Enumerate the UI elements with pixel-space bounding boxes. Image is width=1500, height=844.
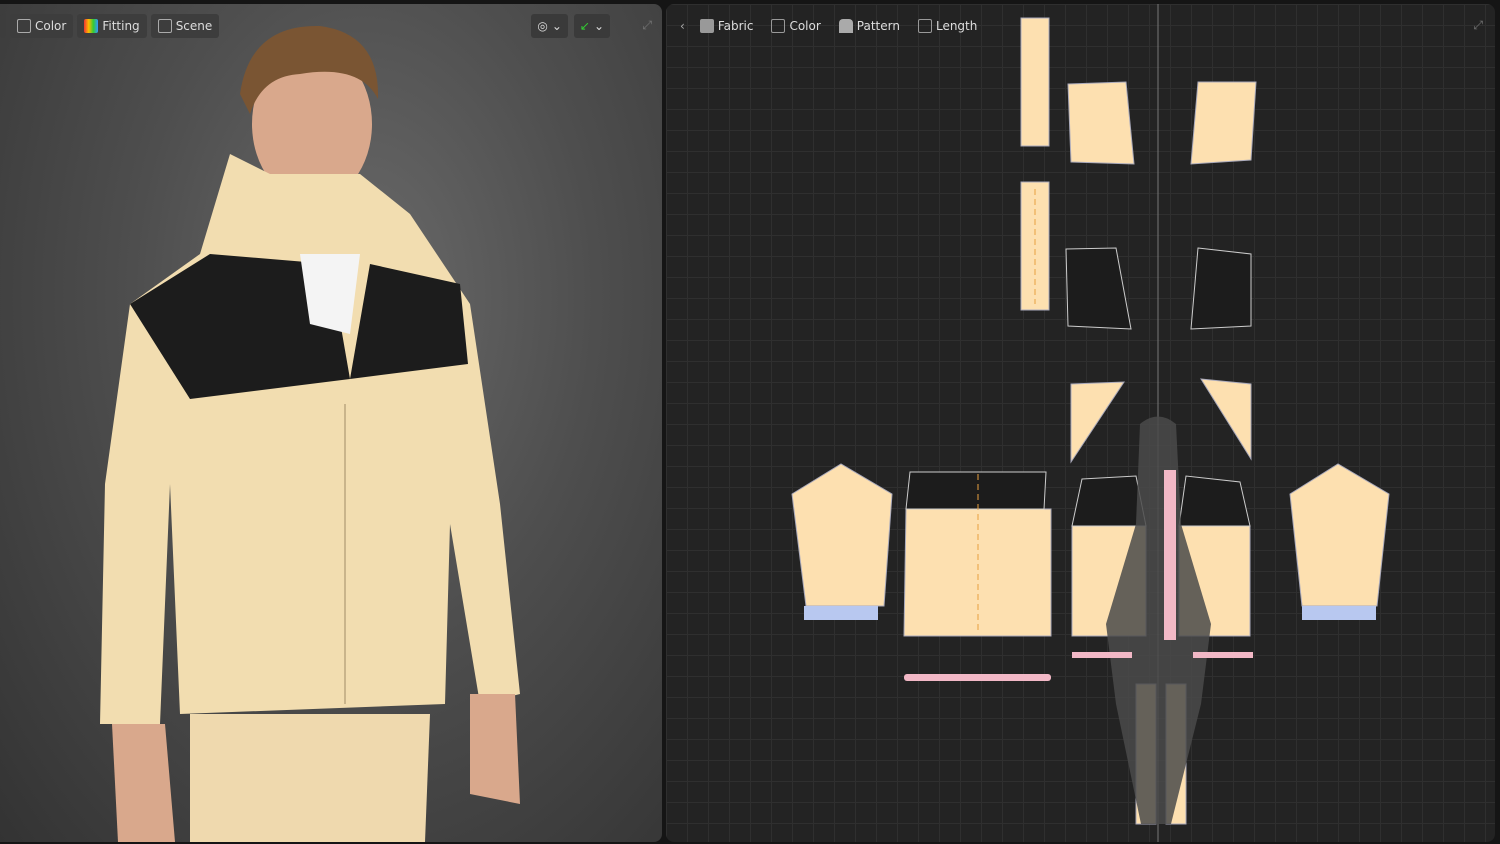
expand-icon[interactable]: ⤢	[1473, 18, 1483, 33]
fitting-button[interactable]: Fitting	[77, 14, 147, 38]
chevron-down-icon: ⌄	[593, 19, 604, 33]
3d-viewport[interactable]: Color Fitting Scene ◎ ⌄ ↙ ⌄ ⤢	[0, 4, 662, 842]
color-button[interactable]: Color	[10, 14, 74, 38]
toolbar-overflow[interactable]	[0, 14, 6, 38]
expand-icon[interactable]: ⤢	[642, 18, 652, 33]
color-fabric-icon	[17, 19, 31, 33]
camera-view-dropdown[interactable]: ◎ ⌄	[531, 14, 568, 38]
scene-icon	[157, 19, 172, 33]
measure-tool-icon: ↙	[579, 19, 590, 33]
chevron-down-icon: ⌄	[551, 19, 562, 33]
measure-tool-dropdown[interactable]: ↙ ⌄	[573, 14, 610, 38]
fabric-button[interactable]: Fabric	[693, 14, 761, 38]
length-icon	[917, 19, 932, 33]
pattern-button[interactable]: Pattern	[832, 14, 907, 38]
color-button[interactable]: Color	[764, 14, 827, 38]
pattern-piece-sleeve	[1289, 463, 1390, 607]
pattern-pieces	[791, 4, 1390, 842]
avatar-3d-render	[100, 25, 520, 842]
viewport-toolbar: Color Fitting Scene	[0, 14, 220, 38]
pattern-piece-sleeve	[791, 463, 893, 607]
pattern-piece	[1190, 81, 1257, 165]
camera-view-icon: ◎	[537, 19, 548, 33]
color-icon	[771, 19, 786, 33]
fitting-heatmap-icon	[84, 19, 99, 33]
scene-button[interactable]: Scene	[150, 14, 220, 38]
pattern-piece	[1020, 17, 1050, 147]
pattern-piece	[1070, 381, 1125, 464]
pattern-piece	[1067, 81, 1135, 165]
pattern-icon	[838, 19, 853, 33]
2d-pattern-view[interactable]: ‹ Fabric Color Pattern Length ⤢	[666, 4, 1495, 842]
length-button[interactable]: Length	[911, 14, 984, 38]
pattern-toolbar: ‹ Fabric Color Pattern Length	[676, 14, 984, 38]
viewport-right-tools: ◎ ⌄ ↙ ⌄	[531, 14, 610, 38]
back-chevron-icon[interactable]: ‹	[676, 14, 689, 38]
pattern-piece	[1200, 378, 1252, 461]
fabric-icon	[699, 19, 714, 33]
